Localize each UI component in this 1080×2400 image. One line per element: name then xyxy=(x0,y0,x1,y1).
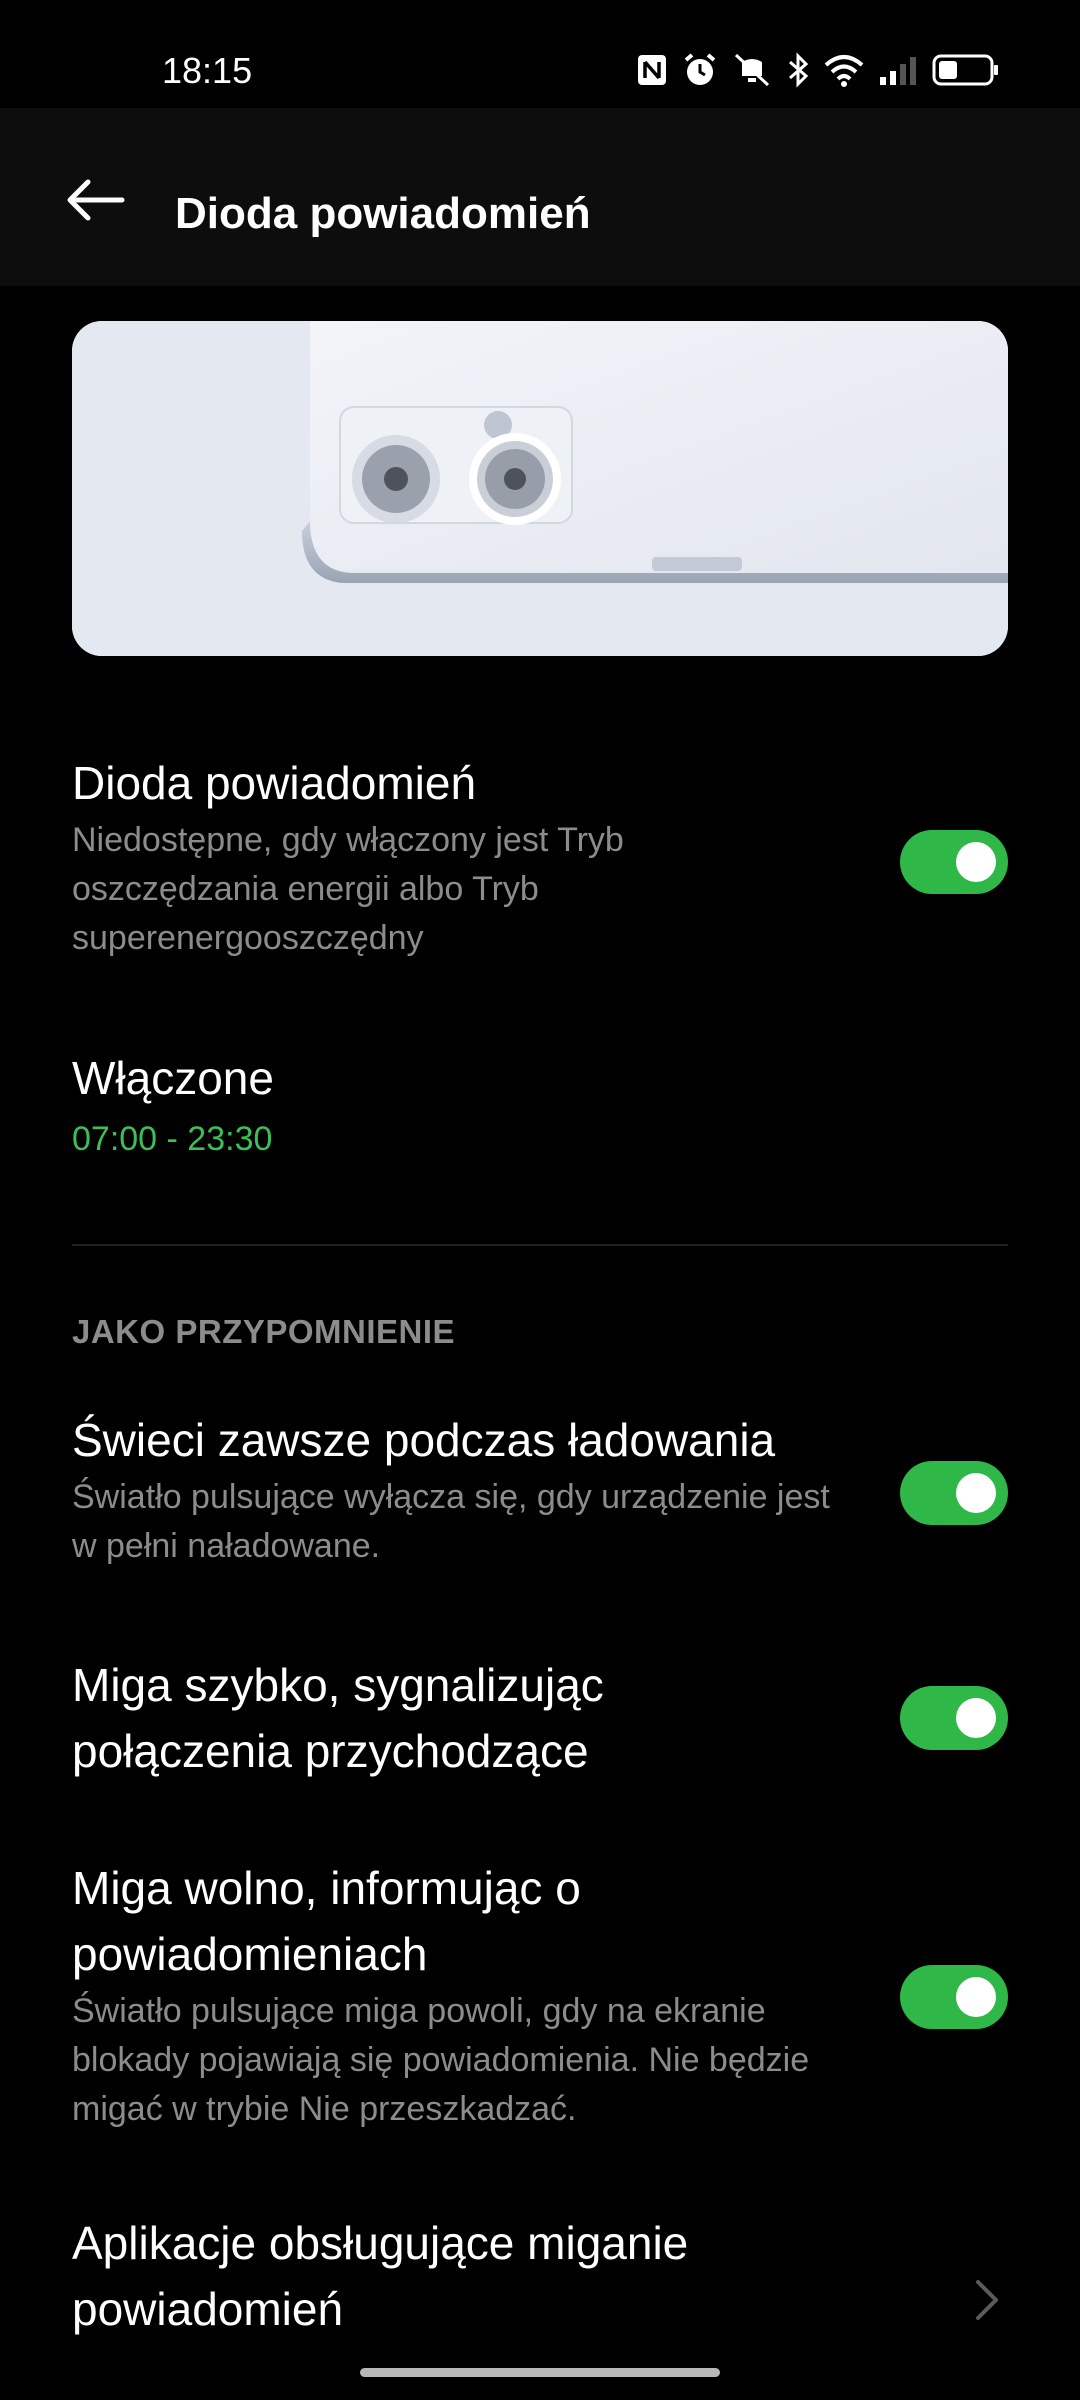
schedule-title: Włączone xyxy=(72,1052,274,1104)
page-title: Dioda powiadomień xyxy=(175,189,591,238)
led-setting-row[interactable]: Dioda powiadomień Niedostępne, gdy włącz… xyxy=(72,750,1008,963)
notifications-blink-row[interactable]: Miga wolno, informując o powiadomieniach… xyxy=(72,1855,1008,2134)
nfc-icon xyxy=(636,53,668,87)
alarm-icon xyxy=(682,52,718,88)
wifi-icon xyxy=(824,53,864,87)
section-header: JAKO PRZYPOMNIENIE xyxy=(72,1313,456,1350)
charging-light-toggle[interactable] xyxy=(900,1461,1008,1525)
incoming-calls-title: Miga szybko, sygnalizując połączenia prz… xyxy=(72,1659,604,1777)
charging-light-row[interactable]: Świeci zawsze podczas ładowania Światło … xyxy=(72,1407,1008,1571)
led-illustration xyxy=(72,321,1008,656)
back-button[interactable] xyxy=(60,164,132,236)
blink-apps-row[interactable]: Aplikacje obsługujące miganie powiadomie… xyxy=(72,2210,1008,2342)
incoming-calls-row[interactable]: Miga szybko, sygnalizując połączenia prz… xyxy=(72,1652,1008,1784)
led-setting-description: Niedostępne, gdy włączony jest Tryb oszc… xyxy=(72,821,624,957)
toggle-knob xyxy=(956,1977,996,2017)
chevron-right-icon xyxy=(976,2280,998,2320)
schedule-row[interactable]: Włączone 07:00 - 23:30 xyxy=(72,1045,1008,1164)
incoming-calls-toggle[interactable] xyxy=(900,1686,1008,1750)
vibrate-off-icon xyxy=(732,52,772,88)
blink-apps-title: Aplikacje obsługujące miganie powiadomie… xyxy=(72,2217,689,2335)
home-indicator[interactable] xyxy=(360,2368,720,2377)
led-setting-title: Dioda powiadomień xyxy=(72,757,477,809)
signal-icon xyxy=(878,53,918,87)
status-icons xyxy=(636,50,1000,90)
status-time: 18:15 xyxy=(162,50,253,91)
toggle-knob xyxy=(956,842,996,882)
toggle-knob xyxy=(956,1698,996,1738)
notifications-blink-toggle[interactable] xyxy=(900,1965,1008,2029)
notifications-blink-description: Światło pulsujące miga powoli, gdy na ek… xyxy=(72,1992,810,2128)
schedule-time: 07:00 - 23:30 xyxy=(72,1120,273,1158)
arrow-left-icon xyxy=(67,179,125,221)
notifications-blink-title: Miga wolno, informując o powiadomieniach xyxy=(72,1862,581,1980)
charging-light-description: Światło pulsujące wyłącza się, gdy urząd… xyxy=(72,1478,830,1565)
led-toggle[interactable] xyxy=(900,830,1008,894)
app-bar: Dioda powiadomień xyxy=(0,108,1080,286)
battery-icon xyxy=(932,53,1000,87)
toggle-knob xyxy=(956,1473,996,1513)
status-bar: 18:15 xyxy=(0,0,1080,108)
bluetooth-icon xyxy=(786,52,810,88)
charging-light-title: Świeci zawsze podczas ładowania xyxy=(72,1414,776,1466)
section-divider xyxy=(72,1244,1008,1246)
